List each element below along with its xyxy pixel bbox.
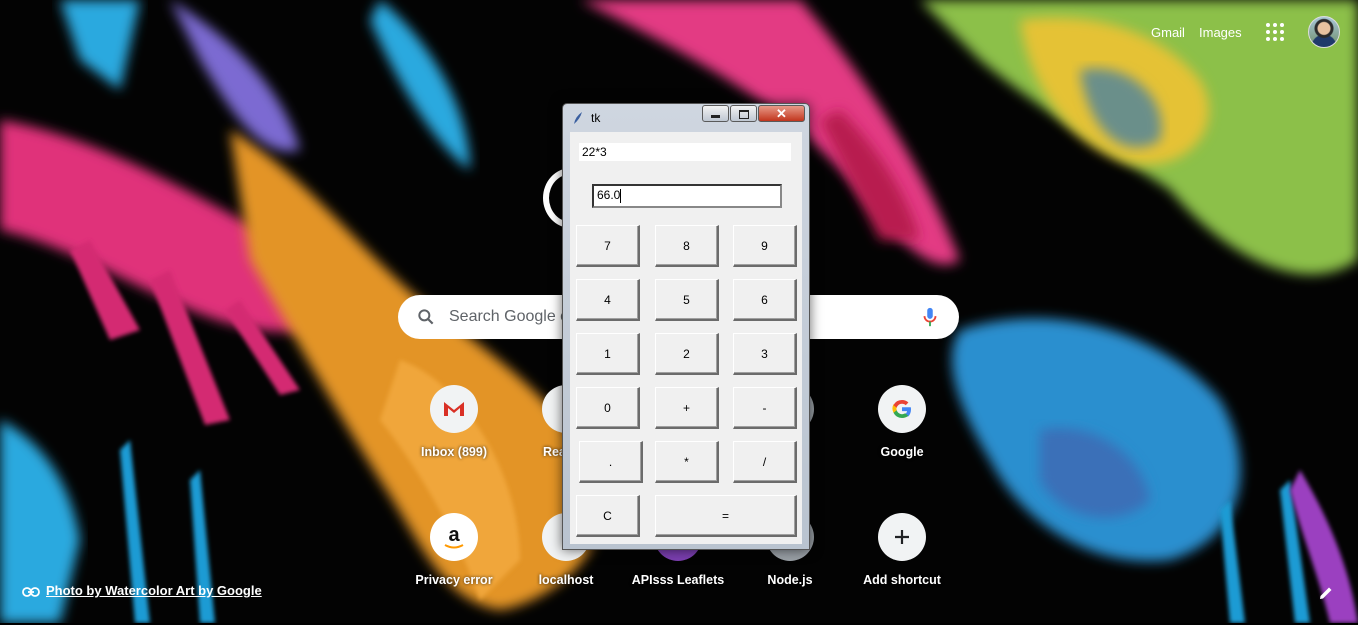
shortcut-label: APIsss Leaflets [631,573,725,587]
add-shortcut-button[interactable]: Add shortcut [846,513,958,625]
shortcut-label: Add shortcut [863,573,941,587]
window-title: tk [591,111,601,125]
maximize-icon [739,110,749,119]
shortcut-label: Node.js [767,573,813,587]
key-0[interactable]: 0 [576,387,640,429]
minimize-icon [711,115,720,118]
key-minus[interactable]: - [733,387,797,429]
key-8[interactable]: 8 [655,225,719,267]
key-2[interactable]: 2 [655,333,719,375]
calculator-body: 22*3 66.0 7 8 9 4 5 6 1 2 3 0 + - . * / … [570,132,802,544]
gmail-link[interactable]: Gmail [1151,25,1185,40]
key-5[interactable]: 5 [655,279,719,321]
account-avatar[interactable] [1308,16,1340,48]
key-1[interactable]: 1 [576,333,640,375]
key-9[interactable]: 9 [733,225,797,267]
shortcut-label: Privacy error [415,573,493,587]
key-4[interactable]: 4 [576,279,640,321]
key-plus[interactable]: + [655,387,719,429]
shortcut-label: Google [880,445,924,459]
shortcut-label: Inbox (899) [421,445,487,459]
key-3[interactable]: 3 [733,333,797,375]
close-icon: ✕ [776,106,787,121]
shortcut-google[interactable]: Google [846,385,958,497]
tk-feather-icon [574,112,582,124]
tk-calculator-window: tk ✕ 22*3 66.0 7 8 9 4 5 6 1 2 3 0 + - .… [562,103,810,550]
maximize-button[interactable] [730,105,757,122]
shortcut-inbox[interactable]: Inbox (899) [398,385,510,497]
search-input[interactable]: Search Google o [449,308,569,326]
plus-icon [878,513,926,561]
key-decimal[interactable]: . [579,441,643,483]
microphone-icon[interactable] [919,306,941,328]
amazon-icon: a [430,513,478,561]
key-equals[interactable]: = [655,495,797,537]
shortcut-privacy-error[interactable]: a Privacy error [398,513,510,625]
attribution-text: Photo by Watercolor Art by Google [46,583,262,598]
close-button[interactable]: ✕ [758,105,805,122]
minimize-button[interactable] [702,105,729,122]
key-clear[interactable]: C [576,495,640,537]
google-icon [878,385,926,433]
shortcut-label: localhost [538,573,594,587]
link-icon [22,586,40,597]
apps-grid-icon[interactable] [1266,23,1286,43]
svg-text:a: a [448,524,460,546]
gmail-icon [430,385,478,433]
search-icon [418,309,434,325]
result-entry[interactable]: 66.0 [592,184,782,208]
key-divide[interactable]: / [733,441,797,483]
expression-entry[interactable]: 22*3 [579,143,791,161]
images-link[interactable]: Images [1199,25,1242,40]
key-7[interactable]: 7 [576,225,640,267]
key-6[interactable]: 6 [733,279,797,321]
pencil-icon[interactable] [1318,585,1334,601]
photo-attribution-link[interactable]: Photo by Watercolor Art by Google [22,583,262,598]
result-value: 66.0 [597,188,621,202]
key-multiply[interactable]: * [655,441,719,483]
text-caret [620,188,622,203]
